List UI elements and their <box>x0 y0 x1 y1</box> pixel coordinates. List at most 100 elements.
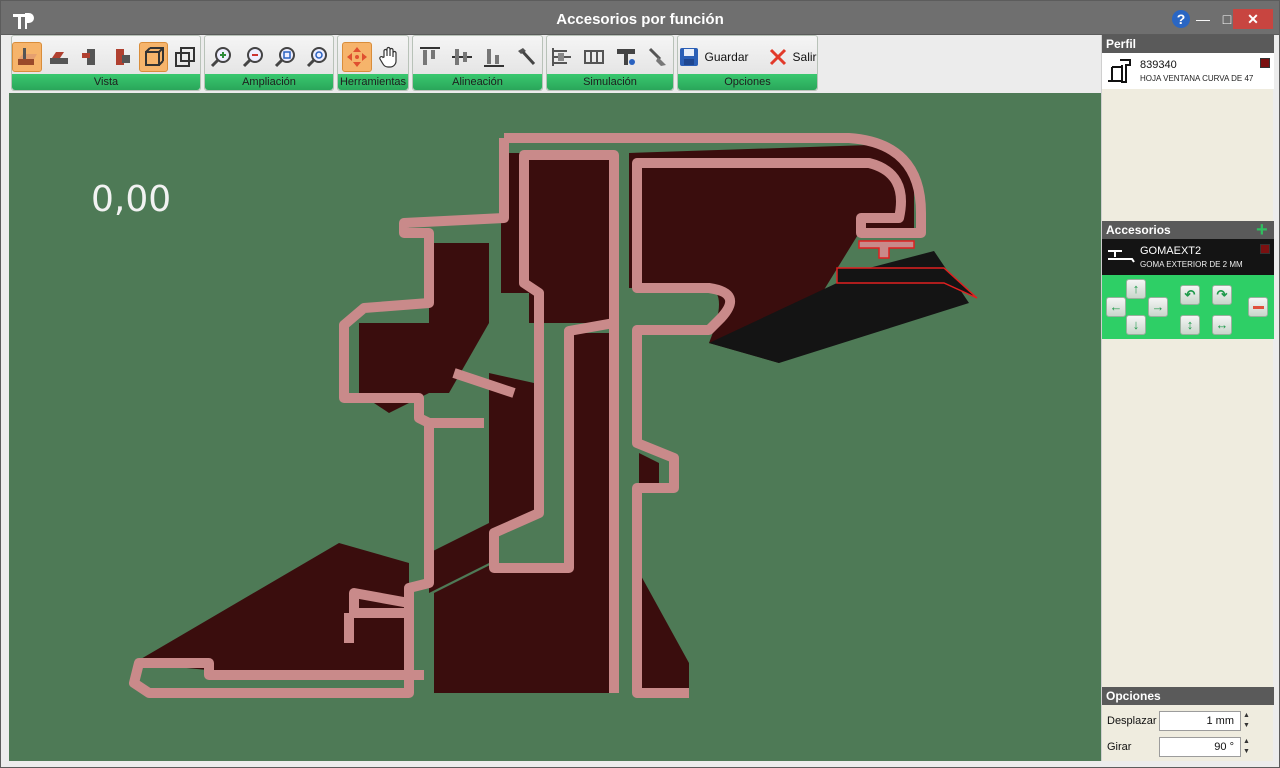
exit-button[interactable]: Salir <box>761 42 823 72</box>
group-ampliacion: Ampliación <box>204 35 334 91</box>
align-top-icon <box>419 47 440 65</box>
accessory-code: GOMAEXT2 <box>1140 245 1202 257</box>
zoom-window-icon <box>306 47 327 68</box>
shift-label: Desplazar <box>1107 715 1157 727</box>
profile-header: Perfil <box>1102 35 1274 53</box>
brush-icon <box>648 47 666 66</box>
view-wireframe-icon <box>175 47 196 67</box>
window-title: Accesorios por función <box>556 11 724 28</box>
zoom-fit-icon <box>274 47 295 68</box>
hand-icon <box>379 46 397 68</box>
group-label-opciones: Opciones <box>678 74 817 90</box>
view-left-icon <box>82 49 96 65</box>
view-side-button[interactable] <box>44 42 74 72</box>
profile-code: 839340 <box>1140 59 1177 71</box>
app-window: Accesorios por función ? — □ ✕ Vista Amp… <box>0 0 1280 768</box>
view-left-button[interactable] <box>75 42 105 72</box>
minimize-icon: — <box>1196 11 1210 27</box>
zoom-fit-button[interactable] <box>270 42 300 72</box>
accessory-description: GOMA EXTERIOR DE 2 MM <box>1140 260 1243 269</box>
help-icon: ? <box>1172 10 1190 28</box>
zoom-out-icon <box>242 47 263 68</box>
remove-icon[interactable] <box>1248 297 1268 317</box>
align-bottom-icon <box>483 49 504 67</box>
group-vista: Vista <box>11 35 201 91</box>
rotate-row: Girar 90 ° ▲ ▼ <box>1102 735 1274 759</box>
zoom-in-button[interactable] <box>206 42 236 72</box>
save-button[interactable]: Guardar <box>672 42 754 72</box>
title-bar: Accesorios por función ? — □ ✕ <box>1 1 1279 35</box>
flip-horizontal-icon: ↔ <box>1215 317 1229 332</box>
drawing-canvas[interactable]: 0,00 <box>9 93 1101 761</box>
view-3d-icon <box>144 47 164 66</box>
pan-tool-button[interactable] <box>374 42 404 72</box>
simulation-profile-icon <box>552 48 571 66</box>
rotate-label: Girar <box>1107 741 1132 753</box>
group-simulacion: Simulación <box>546 35 674 91</box>
arrow-up-icon: ↑ <box>1132 281 1140 296</box>
profile-description: HOJA VENTANA CURVA DE 47 <box>1140 74 1254 83</box>
view-front-button[interactable] <box>12 42 42 72</box>
arrow-down-icon: ↓ <box>1132 317 1140 332</box>
align-tool-button[interactable] <box>511 42 541 72</box>
group-label-ampliacion: Ampliación <box>205 74 333 90</box>
zoom-in-icon <box>210 47 231 68</box>
move-right-button[interactable]: → <box>1148 297 1168 317</box>
rotate-right-button[interactable]: ↷ <box>1212 285 1232 305</box>
simulation-1-button[interactable] <box>547 42 577 72</box>
flip-vertical-icon: ↕ <box>1186 317 1194 332</box>
move-controls: ↑ ← → ↓ ↶ ↷ ↕ ↔ <box>1102 275 1274 339</box>
zoom-out-button[interactable] <box>238 42 268 72</box>
shift-row: Desplazar 1 mm ▲ ▼ <box>1102 709 1274 733</box>
group-label-vista: Vista <box>12 74 200 90</box>
rotate-left-icon: ↶ <box>1184 287 1196 302</box>
add-icon[interactable]: + <box>1256 220 1268 240</box>
profile-color-swatch[interactable] <box>1260 58 1270 68</box>
move-left-button[interactable]: ← <box>1106 297 1126 317</box>
profile-list-item[interactable]: 839340 HOJA VENTANA CURVA DE 47 <box>1102 53 1274 89</box>
flip-vertical-button[interactable]: ↕ <box>1180 315 1200 335</box>
exit-icon <box>769 48 786 66</box>
rotate-spinner[interactable]: ▲ ▼ <box>1243 737 1251 757</box>
align-bottom-button[interactable] <box>479 42 509 72</box>
group-opciones: Guardar Salir Opciones <box>677 35 818 91</box>
simulation-tool-icon <box>617 49 635 65</box>
view-wireframe-button[interactable] <box>170 42 200 72</box>
flip-horizontal-button[interactable]: ↔ <box>1212 315 1232 335</box>
rotate-field[interactable]: 90 ° <box>1159 737 1241 757</box>
accessories-header: Accesorios <box>1102 221 1274 239</box>
align-top-button[interactable] <box>415 42 445 72</box>
exit-label: Salir <box>792 50 817 64</box>
hammer-icon <box>517 48 535 66</box>
simulation-4-button[interactable] <box>643 42 673 72</box>
close-button[interactable]: ✕ <box>1233 9 1273 29</box>
arrow-right-icon: → <box>1151 299 1165 314</box>
view-3d-button[interactable] <box>138 42 169 72</box>
simulation-2-button[interactable] <box>579 42 609 72</box>
shift-spinner[interactable]: ▲ ▼ <box>1243 711 1251 731</box>
move-tool-button[interactable] <box>342 42 372 72</box>
simulation-frame-icon <box>584 50 604 64</box>
group-label-simulacion: Simulación <box>547 74 673 90</box>
toolbar: Vista Ampliación Herramientas Alineación… <box>7 35 1101 93</box>
maximize-icon: □ <box>1222 11 1232 27</box>
accessory-color-swatch[interactable] <box>1260 244 1270 254</box>
save-label: Guardar <box>704 50 749 64</box>
move-up-button[interactable]: ↑ <box>1126 279 1146 299</box>
side-panel: Perfil 839340 HOJA VENTANA CURVA DE 47 A… <box>1101 35 1274 761</box>
view-right-icon <box>115 49 130 65</box>
accessory-list-item[interactable]: GOMAEXT2 GOMA EXTERIOR DE 2 MM <box>1102 239 1274 275</box>
view-right-button[interactable] <box>107 42 137 72</box>
align-middle-icon <box>451 49 472 65</box>
profile-thumbnail-icon <box>1108 59 1131 83</box>
view-side-icon <box>49 52 68 64</box>
rotate-left-button[interactable]: ↶ <box>1180 285 1200 305</box>
simulation-3-button[interactable] <box>611 42 641 72</box>
move-icon <box>347 47 367 67</box>
align-middle-button[interactable] <box>447 42 477 72</box>
shift-field[interactable]: 1 mm <box>1159 711 1241 731</box>
profile-drawing <box>129 133 978 698</box>
move-down-button[interactable]: ↓ <box>1126 315 1146 335</box>
zoom-window-button[interactable] <box>302 42 332 72</box>
view-front-icon <box>17 48 37 65</box>
